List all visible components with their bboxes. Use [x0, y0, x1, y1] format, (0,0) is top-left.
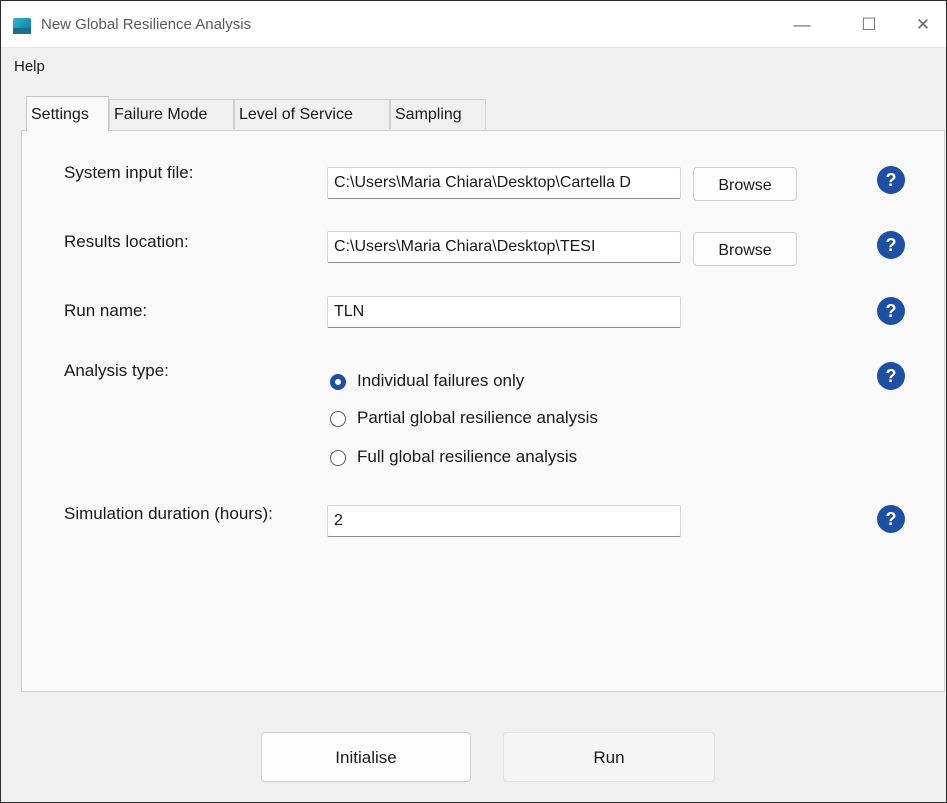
minimize-button[interactable]: — [779, 11, 825, 39]
tab-sampling[interactable]: Sampling [390, 99, 486, 129]
simulation-duration-field[interactable]: 2 [327, 505, 681, 537]
question-circle-icon[interactable]: ? [876, 504, 906, 534]
window-title: New Global Resilience Analysis [41, 16, 252, 33]
radio-button[interactable] [330, 450, 346, 466]
app-icon [13, 18, 31, 34]
question-circle-icon[interactable]: ? [876, 230, 906, 260]
simulation-duration-label: Simulation duration (hours): [64, 504, 273, 523]
analysis-type-label: Analysis type: [64, 361, 169, 380]
radio-button[interactable] [330, 411, 346, 427]
run-name-label: Run name: [64, 301, 148, 320]
svg-text:?: ? [886, 366, 897, 386]
svg-text:?: ? [886, 509, 897, 529]
results-location-field[interactable]: C:\Users\Maria Chiara\Desktop\TESI [327, 231, 681, 263]
tab-level-of-service[interactable]: Level of Service [234, 99, 390, 129]
svg-text:?: ? [886, 170, 897, 190]
settings-panel: System input file: C:\Users\Maria Chiara… [21, 130, 945, 692]
question-circle-icon[interactable]: ? [876, 361, 906, 391]
system-input-label: System input file: [64, 163, 194, 182]
title-bar: New Global Resilience Analysis — ☐ ✕ [1, 1, 946, 48]
radio-label: Partial global resilience analysis [357, 408, 598, 427]
results-location-browse-button[interactable]: Browse [693, 232, 797, 266]
system-input-browse-button[interactable]: Browse [693, 167, 797, 201]
analysis-window: New Global Resilience Analysis — ☐ ✕ Hel… [0, 0, 947, 803]
run-button[interactable]: Run [503, 732, 715, 782]
tab-settings[interactable]: Settings [26, 96, 109, 131]
radio-button[interactable] [330, 374, 346, 390]
radio-label: Individual failures only [357, 371, 525, 390]
svg-text:?: ? [886, 235, 897, 255]
run-name-field[interactable]: TLN [327, 296, 681, 328]
system-input-field[interactable]: C:\Users\Maria Chiara\Desktop\Cartella D [327, 167, 681, 199]
maximize-button[interactable]: ☐ [846, 11, 892, 39]
question-circle-icon[interactable]: ? [876, 296, 906, 326]
initialise-button[interactable]: Initialise [261, 732, 471, 782]
radio-label: Full global resilience analysis [357, 447, 578, 466]
svg-text:?: ? [886, 301, 897, 321]
results-location-label: Results location: [64, 232, 189, 251]
menu-help[interactable]: Help [14, 58, 45, 75]
question-circle-icon[interactable]: ? [876, 165, 906, 195]
menu-bar: Help [1, 48, 946, 84]
close-button[interactable]: ✕ [900, 11, 946, 39]
tab-failure-mode[interactable]: Failure Mode [109, 99, 234, 129]
